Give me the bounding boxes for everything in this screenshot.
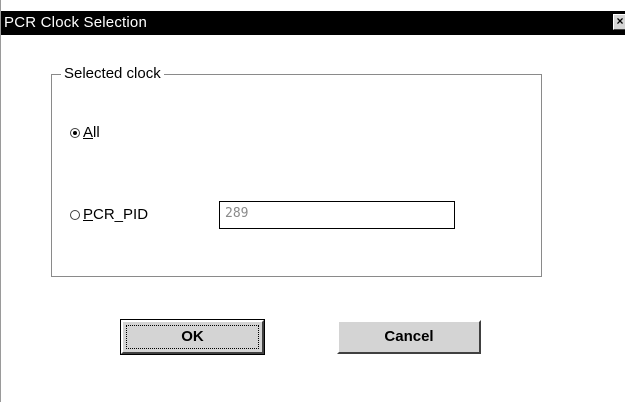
cancel-button[interactable]: Cancel	[337, 320, 481, 354]
radio-pcr-pid-text: CR_PID	[93, 206, 149, 223]
radio-all-text: ll	[93, 124, 100, 141]
pcr-pid-input[interactable]: 289	[219, 201, 455, 229]
groupbox-legend: Selected clock	[61, 64, 164, 84]
close-button[interactable]: ×	[613, 14, 625, 30]
window-title: PCR Clock Selection	[4, 14, 148, 31]
radio-all-label: All	[83, 124, 100, 142]
title-bar: PCR Clock Selection ×	[1, 11, 625, 35]
radio-pcr-pid-label: PCR_PID	[83, 206, 148, 224]
ok-button[interactable]: OK	[120, 319, 265, 355]
radio-pcr-pid[interactable]: PCR_PID	[70, 206, 148, 224]
radio-pcr-pid-accel: P	[83, 206, 94, 223]
selected-clock-groupbox	[51, 74, 542, 277]
radio-all[interactable]: All	[70, 124, 100, 142]
cancel-button-label: Cancel	[384, 328, 434, 345]
ok-button-label: OK	[181, 328, 204, 345]
radio-all-indicator[interactable]	[70, 128, 80, 138]
radio-all-accel: A	[83, 124, 94, 141]
dialog-window: PCR Clock Selection × Selected clock All…	[0, 0, 625, 402]
radio-pcr-pid-indicator[interactable]	[70, 210, 80, 220]
close-icon: ×	[616, 14, 624, 28]
